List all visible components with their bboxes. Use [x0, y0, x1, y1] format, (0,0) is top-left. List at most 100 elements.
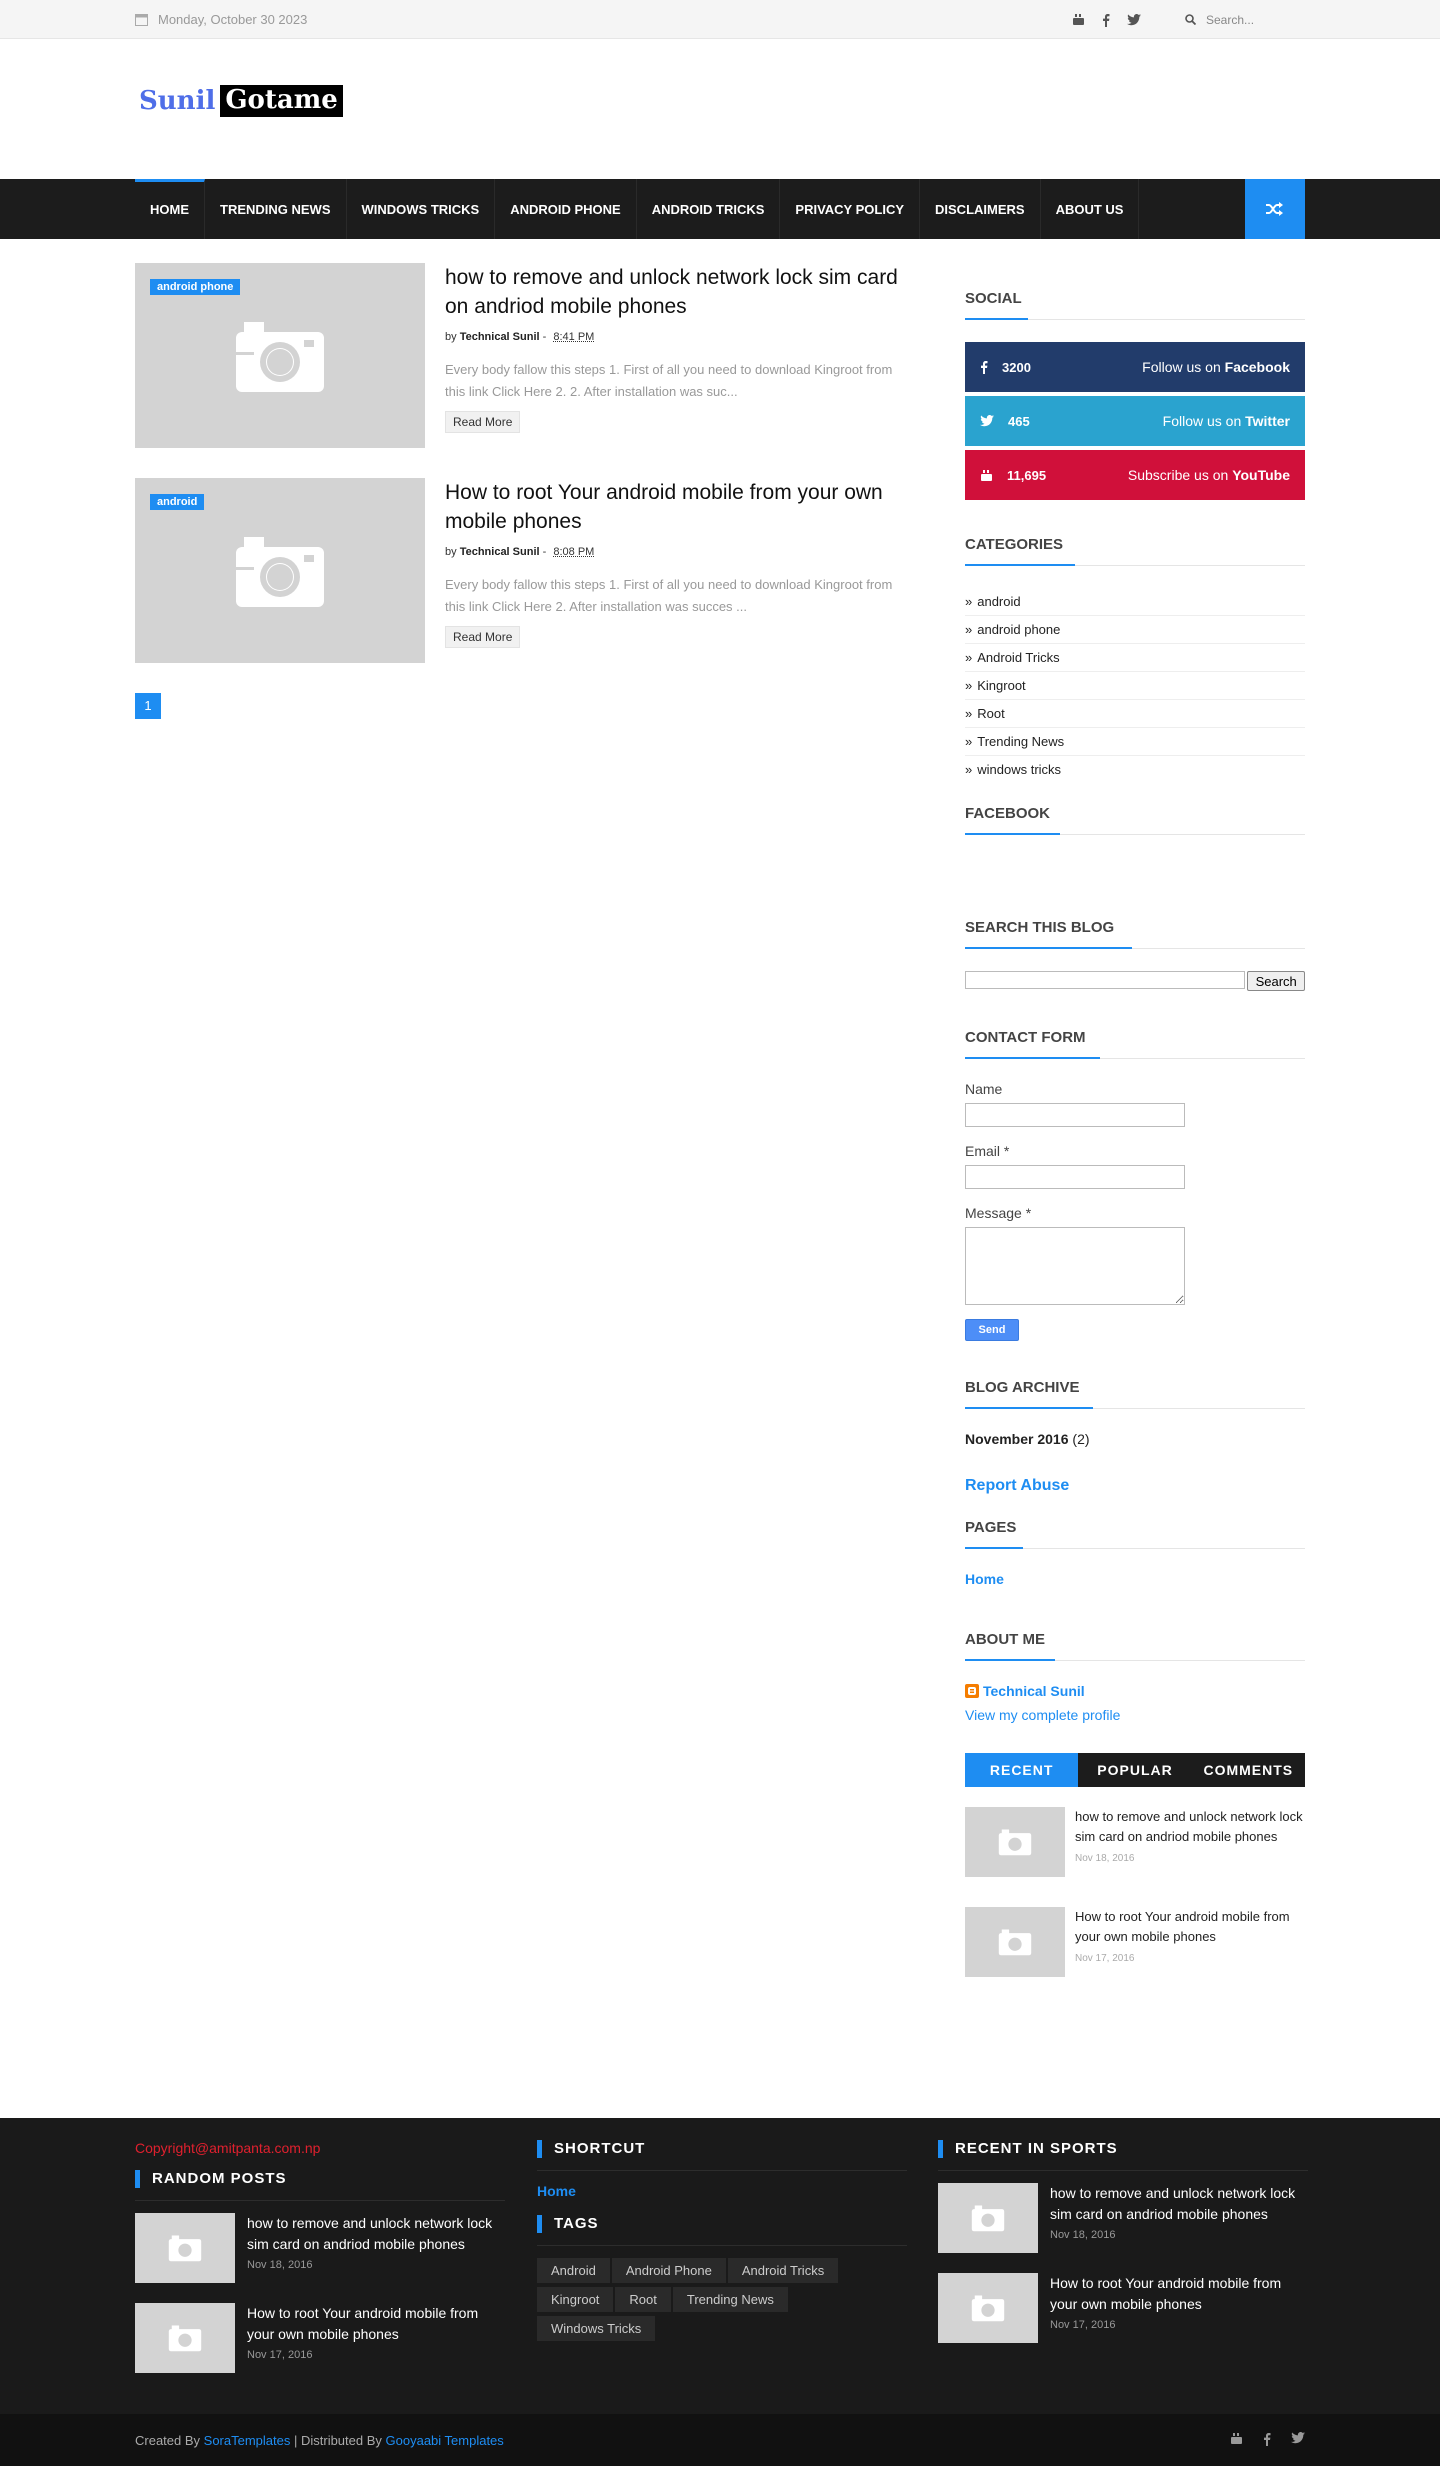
tab-comments[interactable]: COMMENTS: [1191, 1753, 1305, 1787]
report-abuse-link[interactable]: Report Abuse: [965, 1477, 1305, 1495]
read-more-button[interactable]: Read More: [445, 626, 521, 648]
nav-item-about-us[interactable]: ABOUT US: [1041, 179, 1140, 239]
nav-item-trending-news[interactable]: TRENDING NEWS: [205, 179, 347, 239]
footer-post-title[interactable]: How to root Your android mobile from you…: [247, 2303, 505, 2345]
contact-email-label: Email *: [965, 1143, 1010, 1159]
nav-item-disclaimers[interactable]: DISCLAIMERS: [920, 179, 1041, 239]
category-item[interactable]: » Root: [965, 700, 1305, 728]
youtube-icon[interactable]: [1071, 13, 1085, 27]
nav-item-home[interactable]: HOME: [135, 179, 205, 239]
footer-thumbnail[interactable]: [135, 2213, 235, 2283]
site-logo[interactable]: Sunil Gotame: [139, 85, 343, 117]
post-time[interactable]: 8:08 PM: [553, 546, 594, 558]
contact-send-button[interactable]: Send: [965, 1319, 1019, 1341]
main-nav: HOME TRENDING NEWS WINDOWS TRICKS ANDROI…: [0, 179, 1440, 239]
tab-popular[interactable]: POPULAR: [1078, 1753, 1192, 1787]
footer-post-item[interactable]: how to remove and unlock network lock si…: [938, 2183, 1308, 2253]
footer-thumbnail[interactable]: [938, 2273, 1038, 2343]
search-icon: [1185, 14, 1196, 25]
bottom-social: [1230, 2431, 1305, 2449]
contact-name-label: Name: [965, 1081, 1003, 1097]
tag-item[interactable]: Android Tricks: [727, 2258, 839, 2283]
gooyaabi-link[interactable]: Gooyaabi Templates: [386, 2433, 504, 2448]
date-display: Monday, October 30 2023: [135, 12, 307, 27]
twitter-icon[interactable]: [1291, 2431, 1305, 2449]
read-more-button[interactable]: Read More: [445, 411, 521, 433]
recent-thumbnail[interactable]: [965, 1907, 1065, 1977]
recent-post-title[interactable]: How to root Your android mobile from you…: [1075, 1907, 1305, 1947]
facebook-icon[interactable]: [1099, 13, 1113, 27]
twitter-icon[interactable]: [1127, 13, 1141, 27]
footer-post-item[interactable]: How to root Your android mobile from you…: [135, 2303, 505, 2373]
site-footer: Copyright@amitpanta.com.np RANDOM POSTS …: [0, 2118, 1440, 2414]
nav-item-android-tricks[interactable]: ANDROID TRICKS: [637, 179, 781, 239]
social-twitter[interactable]: 465 Follow us on Twitter: [965, 396, 1305, 446]
recent-post-item[interactable]: how to remove and unlock network lock si…: [965, 1807, 1305, 1877]
tag-item[interactable]: Root: [615, 2287, 671, 2312]
widget-title-contact: CONTACT FORM: [965, 1029, 1305, 1059]
credits: Created By SoraTemplates | Distributed B…: [135, 2432, 504, 2448]
tag-item[interactable]: Android: [537, 2258, 610, 2283]
post-label[interactable]: android phone: [150, 279, 241, 295]
category-item[interactable]: » android phone: [965, 616, 1305, 644]
contact-message-field[interactable]: [965, 1227, 1185, 1305]
contact-name-field[interactable]: [965, 1103, 1185, 1127]
nav-item-windows-tricks[interactable]: WINDOWS TRICKS: [347, 179, 496, 239]
post-author[interactable]: Technical Sunil: [460, 546, 540, 558]
post-meta: by Technical Sunil - 8:41 PM: [445, 331, 910, 343]
post-author[interactable]: Technical Sunil: [460, 331, 540, 343]
view-profile-link[interactable]: View my complete profile: [965, 1707, 1305, 1723]
about-name[interactable]: Technical Sunil: [965, 1683, 1305, 1699]
post-title[interactable]: how to remove and unlock network lock si…: [445, 263, 910, 321]
social-youtube[interactable]: 11,695 Subscribe us on YouTube: [965, 450, 1305, 500]
blog-search-button[interactable]: Search: [1247, 971, 1305, 991]
tag-item[interactable]: Windows Tricks: [537, 2316, 656, 2341]
footer-post-item[interactable]: how to remove and unlock network lock si…: [135, 2213, 505, 2283]
widget-title-facebook: FACEBOOK: [965, 805, 1305, 835]
sidebar: SOCIAL 3200 Follow us on Facebook 465 Fo…: [965, 290, 1305, 2007]
category-item[interactable]: » Trending News: [965, 728, 1305, 756]
random-post-button[interactable]: [1245, 179, 1305, 239]
footer-title-random: RANDOM POSTS: [135, 2170, 505, 2188]
footer-post-item[interactable]: How to root Your android mobile from you…: [938, 2273, 1308, 2343]
recent-post-date: Nov 17, 2016: [1075, 1953, 1135, 1964]
footer-post-title[interactable]: how to remove and unlock network lock si…: [247, 2213, 505, 2255]
post-thumbnail[interactable]: android phone: [135, 263, 425, 448]
top-search[interactable]: Search...: [1185, 13, 1305, 27]
category-item[interactable]: » android: [965, 588, 1305, 616]
facebook-icon[interactable]: [1263, 2432, 1271, 2449]
youtube-icon[interactable]: [1230, 2432, 1243, 2449]
social-facebook[interactable]: 3200 Follow us on Facebook: [965, 342, 1305, 392]
nav-item-privacy-policy[interactable]: PRIVACY POLICY: [780, 179, 921, 239]
contact-email-field[interactable]: [965, 1165, 1185, 1189]
sora-link[interactable]: SoraTemplates: [204, 2433, 291, 2448]
recent-thumbnail[interactable]: [965, 1807, 1065, 1877]
footer-thumbnail[interactable]: [135, 2303, 235, 2373]
camera-icon: [168, 2325, 202, 2352]
tag-item[interactable]: Trending News: [672, 2287, 788, 2312]
tag-item[interactable]: Android Phone: [611, 2258, 726, 2283]
pages-home-link[interactable]: Home: [965, 1571, 1305, 1587]
tag-item[interactable]: Kingroot: [537, 2287, 614, 2312]
shortcut-home-link[interactable]: Home: [537, 2183, 907, 2199]
category-item[interactable]: » windows tricks: [965, 756, 1305, 783]
post-title[interactable]: How to root Your android mobile from you…: [445, 478, 910, 536]
archive-entry[interactable]: November 2016 (2): [965, 1431, 1305, 1447]
social-follow: Follow us on Twitter: [1162, 413, 1290, 429]
footer-thumbnail[interactable]: [938, 2183, 1038, 2253]
recent-post-title[interactable]: how to remove and unlock network lock si…: [1075, 1807, 1305, 1847]
tab-recent[interactable]: RECENT: [965, 1753, 1079, 1787]
pagination-page[interactable]: 1: [135, 693, 161, 719]
chevron-right-icon: »: [965, 678, 973, 693]
footer-post-title[interactable]: how to remove and unlock network lock si…: [1050, 2183, 1308, 2225]
chevron-right-icon: »: [965, 734, 973, 749]
footer-post-title[interactable]: How to root Your android mobile from you…: [1050, 2273, 1308, 2315]
category-item[interactable]: » Kingroot: [965, 672, 1305, 700]
recent-post-item[interactable]: How to root Your android mobile from you…: [965, 1907, 1305, 1977]
post-time[interactable]: 8:41 PM: [553, 331, 594, 343]
category-item[interactable]: » Android Tricks: [965, 644, 1305, 672]
post-thumbnail[interactable]: android: [135, 478, 425, 663]
post-label[interactable]: android: [150, 494, 205, 510]
nav-item-android-phone[interactable]: ANDROID PHONE: [495, 179, 637, 239]
blog-search-input[interactable]: [965, 971, 1246, 989]
